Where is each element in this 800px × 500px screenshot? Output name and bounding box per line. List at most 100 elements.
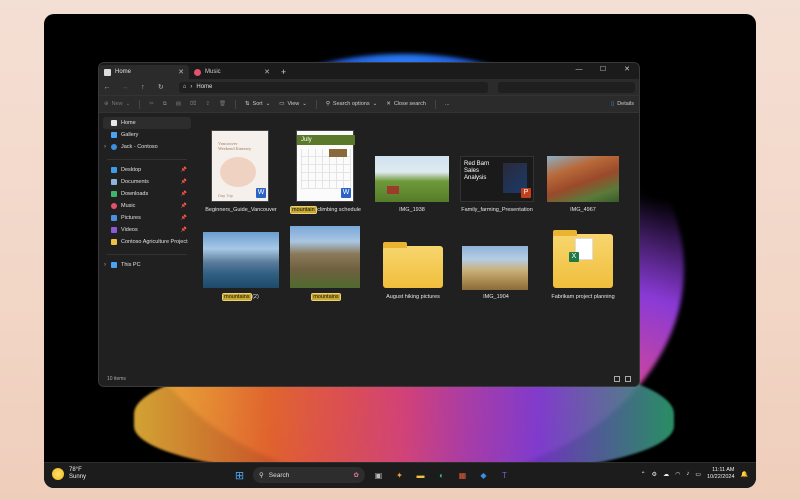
desktop-icon: [111, 167, 117, 173]
rename-icon[interactable]: ⌧: [190, 101, 196, 107]
file-item[interactable]: IMG_1904: [457, 226, 535, 308]
copilot-icon[interactable]: ✦: [392, 468, 407, 483]
search-options-button[interactable]: ⚲ Search options ⌄: [326, 101, 377, 107]
weather-widget[interactable]: 78°F Sunny: [52, 467, 86, 481]
chevron-right-icon[interactable]: ›: [104, 262, 106, 268]
notification-bell-icon[interactable]: 🔔: [741, 471, 748, 478]
pin-icon: 📌: [180, 227, 187, 233]
sidebar-item-label: Jack - Contoso: [121, 144, 158, 150]
file-item[interactable]: July W mountain climbing schedule: [290, 130, 362, 214]
details-button[interactable]: ▯ Details: [611, 101, 634, 107]
back-button[interactable]: ←: [103, 84, 111, 91]
new-tab-button[interactable]: +: [275, 65, 292, 79]
folder-item[interactable]: X Fabrikam project planning: [541, 226, 625, 308]
minimize-button[interactable]: —: [567, 63, 591, 77]
powerpoint-icon: P: [521, 188, 531, 198]
paste-icon[interactable]: ▤: [176, 101, 181, 107]
battery-icon[interactable]: ▭: [695, 471, 701, 478]
settings-icon[interactable]: ⚙: [652, 471, 657, 478]
wifi-icon[interactable]: ◠: [675, 471, 680, 478]
file-view: Vancouver Weekend Itinerary Day Trip W B…: [195, 114, 639, 372]
taskbar-search[interactable]: ⚲ Search ✿: [253, 467, 365, 483]
close-icon[interactable]: ✕: [264, 68, 270, 76]
file-name: Fabrikam project planning: [551, 294, 615, 300]
sun-icon: [52, 468, 64, 480]
music-icon: [111, 203, 117, 209]
sidebar-item-label: Documents: [121, 179, 149, 185]
sidebar-item-videos[interactable]: Videos 📌: [103, 224, 191, 236]
doc-title: Vancouver Weekend Itinerary: [218, 141, 252, 151]
sidebar-item-pictures[interactable]: Pictures 📌: [103, 212, 191, 224]
tiles-view-icon[interactable]: [625, 376, 631, 382]
cloud-icon[interactable]: ☁: [663, 471, 669, 478]
cut-icon[interactable]: ✂: [149, 101, 154, 107]
copy-icon[interactable]: ⧉: [163, 101, 167, 108]
clock[interactable]: 11:11 AM 10/22/2024: [707, 467, 735, 481]
image-thumbnail: [290, 226, 360, 288]
search-highlight: mountains: [311, 293, 341, 301]
tab-home[interactable]: Home ✕: [99, 65, 189, 79]
chevron-right-icon[interactable]: ›: [104, 144, 106, 150]
edge-icon[interactable]: ◐: [434, 468, 449, 483]
more-options-button[interactable]: ...: [445, 101, 450, 107]
file-item[interactable]: Red Barn Sales Analysis P Family_farming…: [457, 130, 537, 214]
delete-icon[interactable]: 🗑: [219, 101, 226, 107]
close-search-button[interactable]: ✕ Close search: [386, 101, 426, 107]
weather-temp: 78°F: [69, 467, 82, 473]
share-icon[interactable]: ⇪: [205, 101, 210, 107]
sidebar-item-music[interactable]: Music 📌: [103, 200, 191, 212]
file-item[interactable]: mountains (2): [199, 226, 283, 308]
file-item[interactable]: Vancouver Weekend Itinerary Day Trip W B…: [205, 130, 277, 214]
sort-button[interactable]: ⇅ Sort ⌄: [245, 101, 270, 107]
sort-label: Sort: [252, 101, 263, 107]
store-icon[interactable]: ▦: [455, 468, 470, 483]
file-item[interactable]: IMG_4967: [545, 130, 621, 214]
sidebar-item-this-pc[interactable]: › This PC: [103, 259, 191, 271]
sidebar-item-downloads[interactable]: Downloads 📌: [103, 188, 191, 200]
divider: [139, 99, 141, 109]
details-view-icon[interactable]: [614, 376, 620, 382]
search-highlight: mountains: [222, 293, 252, 301]
close-window-button[interactable]: ✕: [615, 63, 639, 77]
up-button[interactable]: ↑: [139, 84, 147, 91]
status-bar: 10 items: [99, 372, 639, 386]
pin-icon: 📌: [180, 167, 187, 173]
file-item[interactable]: IMG_1938: [373, 130, 451, 214]
folder-item[interactable]: August hiking pictures: [373, 226, 453, 308]
new-button[interactable]: ⊕ New ⌄: [104, 101, 130, 107]
file-name: mountain climbing schedule: [290, 206, 362, 214]
maximize-button[interactable]: ☐: [591, 63, 615, 77]
sidebar-item-documents[interactable]: Documents 📌: [103, 176, 191, 188]
sidebar-item-contoso-agriculture[interactable]: Contoso Agriculture Project: [103, 236, 191, 248]
sidebar-item-desktop[interactable]: Desktop 📌: [103, 164, 191, 176]
file-explorer-icon[interactable]: ▬: [413, 468, 428, 483]
forward-button[interactable]: →: [121, 84, 129, 91]
close-icon[interactable]: ✕: [178, 68, 184, 76]
sidebar-item-gallery[interactable]: Gallery: [103, 129, 191, 141]
refresh-button[interactable]: ↻: [157, 83, 165, 91]
file-name: IMG_1938: [399, 207, 425, 213]
chevron-up-icon[interactable]: ⌃: [641, 471, 646, 478]
file-item[interactable]: mountains: [288, 226, 364, 308]
doc-footer: Day Trip: [218, 193, 233, 198]
sidebar-item-home[interactable]: Home: [103, 117, 191, 129]
sidebar-item-label: Downloads: [121, 191, 149, 197]
image-thumbnail: [462, 246, 528, 290]
view-icon: ▭: [279, 101, 285, 107]
tab-music[interactable]: Music ✕: [189, 65, 275, 79]
address-bar[interactable]: ⌂ › Home: [178, 81, 489, 93]
address-path: Home: [196, 84, 213, 90]
file-explorer-window: Home ✕ Music ✕ + — ☐ ✕ ← → ↑ ↻ ⌂ › Home …: [98, 62, 640, 387]
volume-icon[interactable]: ♪: [686, 471, 689, 477]
sidebar-item-label: Desktop: [121, 167, 142, 173]
start-icon[interactable]: ⊞: [232, 468, 247, 483]
task-view-icon[interactable]: ▣: [371, 468, 386, 483]
view-button[interactable]: ▭ View ⌄: [279, 101, 307, 107]
app-icon[interactable]: ◆: [476, 468, 491, 483]
search-options-icon: ⚲: [325, 101, 330, 107]
downloads-icon: [111, 191, 117, 197]
sidebar-item-onedrive[interactable]: › Jack - Contoso: [103, 141, 191, 153]
search-input[interactable]: [498, 81, 636, 93]
teams-icon[interactable]: T: [497, 468, 512, 483]
file-name: Beginners_Guide_Vancouver: [205, 207, 277, 213]
